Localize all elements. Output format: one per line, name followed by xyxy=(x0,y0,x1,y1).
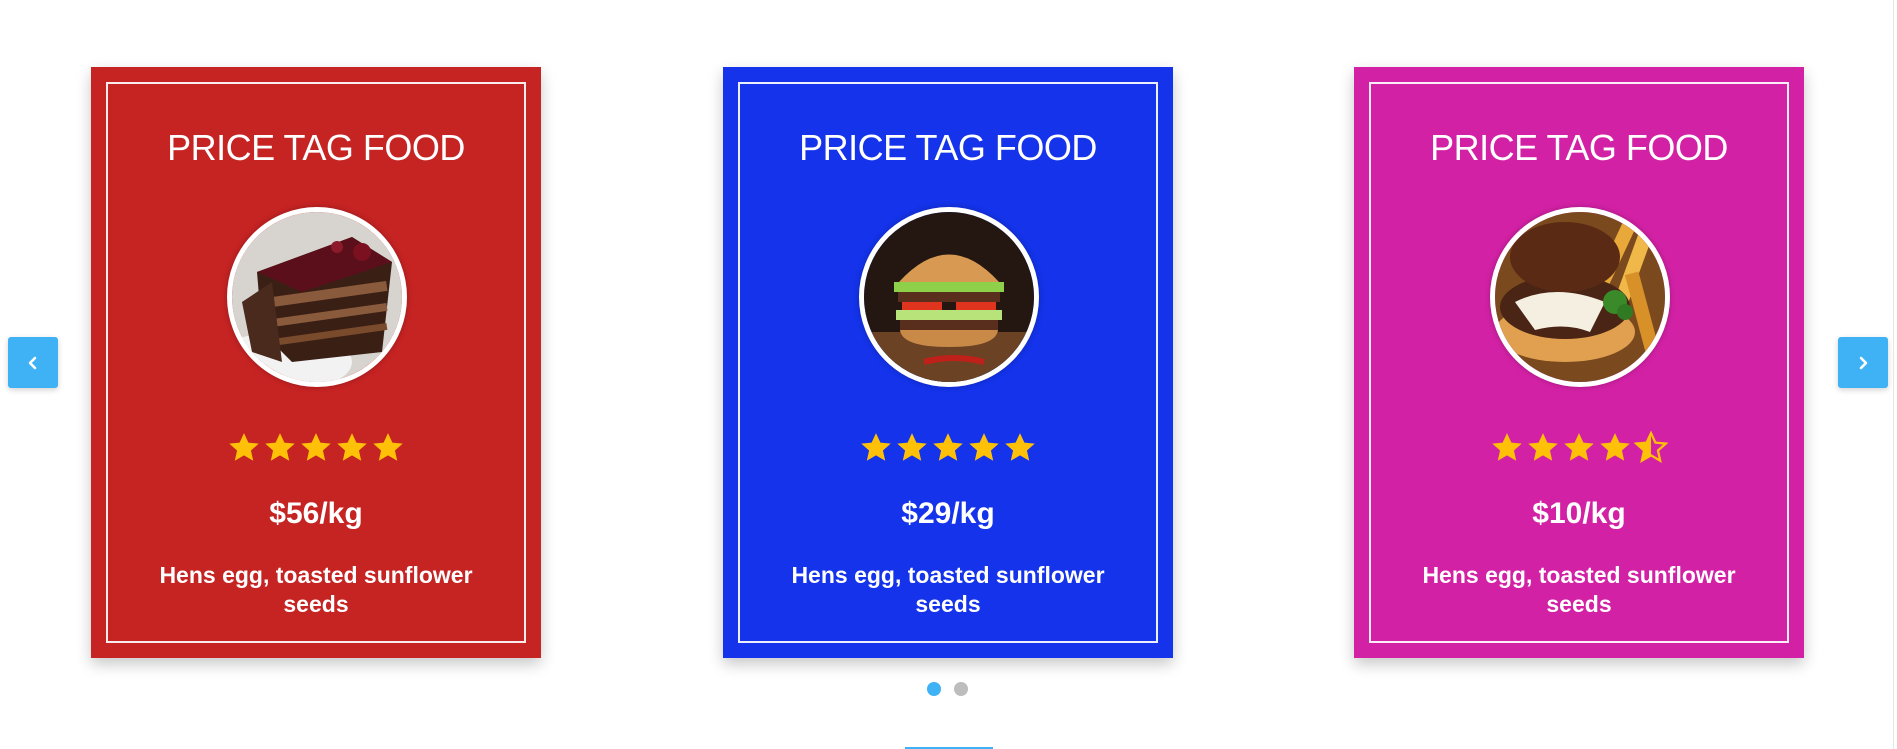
card-description: Hens egg, toasted sunflower seeds xyxy=(791,562,1105,617)
star-full-icon xyxy=(897,433,927,461)
star-full-icon xyxy=(1600,433,1630,461)
chocolate-cake-image xyxy=(227,207,407,387)
price-label: $29/kg xyxy=(901,497,995,530)
carousel-dot-2[interactable] xyxy=(954,682,968,696)
prev-button[interactable] xyxy=(8,337,58,388)
star-full-icon xyxy=(969,433,999,461)
star-full-icon xyxy=(373,433,403,461)
star-full-icon xyxy=(1528,433,1558,461)
star-full-icon xyxy=(265,433,295,461)
chevron-left-icon xyxy=(28,356,37,369)
star-rating xyxy=(91,431,541,465)
price-label: $56/kg xyxy=(269,497,363,530)
price-card-1: PRICE TAG FOOD $56/kg Hens egg, toasted … xyxy=(91,67,541,658)
carousel-pagination xyxy=(927,682,968,696)
star-full-icon xyxy=(1492,433,1522,461)
card-title: PRICE TAG FOOD xyxy=(799,127,1097,168)
star-full-icon xyxy=(301,433,331,461)
star-rating xyxy=(1354,431,1804,465)
chevron-right-icon xyxy=(1859,356,1868,369)
burger-image xyxy=(859,207,1039,387)
card-description: Hens egg, toasted sunflower seeds xyxy=(1422,562,1736,617)
star-full-icon xyxy=(1005,433,1035,461)
price-card-2: PRICE TAG FOOD $29/kg Hens egg, toasted … xyxy=(723,67,1173,658)
star-full-icon xyxy=(933,433,963,461)
star-full-icon xyxy=(861,433,891,461)
carousel-dot-1[interactable] xyxy=(927,682,941,696)
star-half-icon xyxy=(1634,431,1668,464)
cheeseburger-fries-image xyxy=(1490,207,1670,387)
card-title: PRICE TAG FOOD xyxy=(1430,127,1728,168)
scrollbar-edge xyxy=(1893,0,1894,749)
card-title: PRICE TAG FOOD xyxy=(167,127,465,168)
star-full-icon xyxy=(1564,433,1594,461)
star-full-icon xyxy=(337,433,367,461)
star-rating xyxy=(723,431,1173,465)
price-label: $10/kg xyxy=(1532,497,1626,530)
price-card-3: PRICE TAG FOOD $10/kg Hens egg, toasted … xyxy=(1354,67,1804,658)
star-full-icon xyxy=(229,433,259,461)
next-button[interactable] xyxy=(1838,337,1888,388)
card-description: Hens egg, toasted sunflower seeds xyxy=(159,562,473,617)
